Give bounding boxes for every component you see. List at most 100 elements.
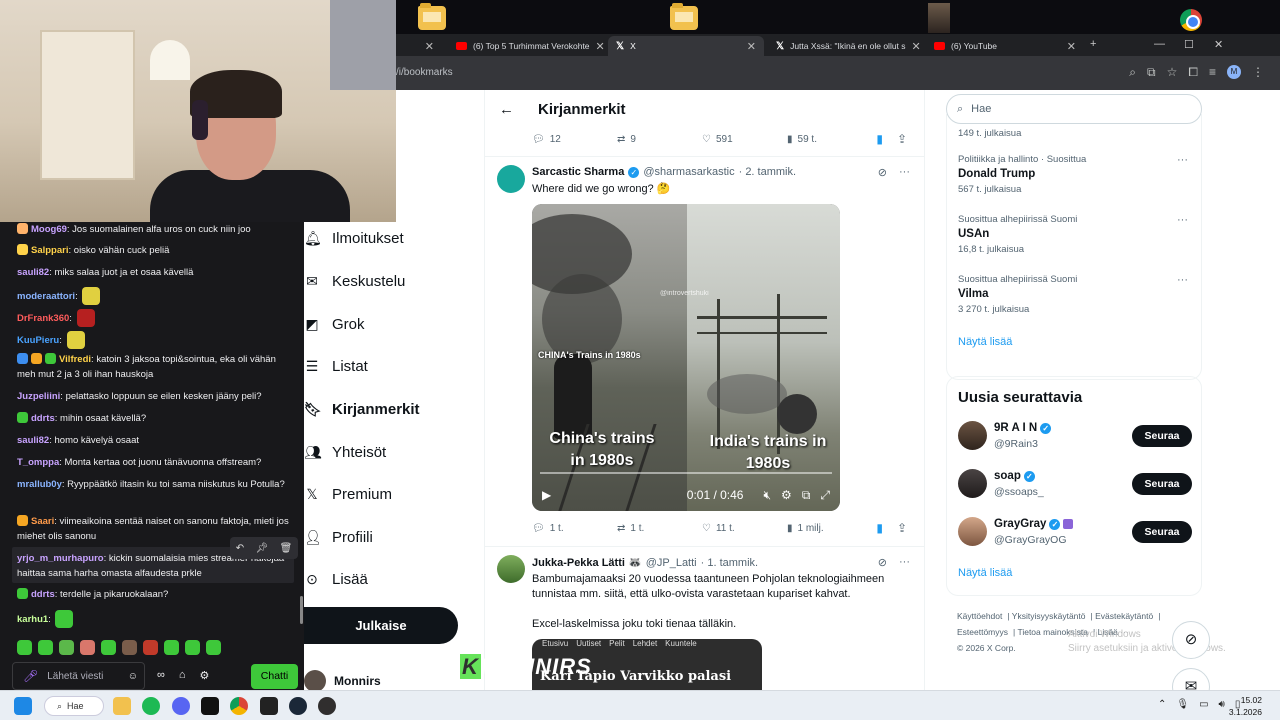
pin-icon[interactable]: 📌︎	[255, 543, 268, 554]
footer-link[interactable]: Esteettömyys	[957, 627, 1008, 637]
author-name[interactable]: Sarcastic Sharma	[532, 166, 624, 178]
avatar[interactable]	[497, 555, 525, 583]
emote-icon[interactable]	[101, 640, 116, 655]
chrome-icon[interactable]	[230, 697, 248, 715]
chat-message[interactable]: mrallub0y: Ryyppäätkö iltasin ku toi sam…	[17, 477, 292, 492]
chat-username[interactable]: moderaattori	[17, 291, 75, 302]
chat-username[interactable]: yrjo_m_murhapuro	[17, 553, 104, 564]
author-name[interactable]: Jukka-Pekka Lätti 🦝	[532, 556, 642, 569]
steam-icon[interactable]	[289, 697, 307, 715]
follow-suggestion[interactable]: soap ✓ @ssoaps_ Seuraa	[958, 469, 1192, 501]
spotify-icon[interactable]	[142, 697, 160, 715]
store-icon[interactable]: ⌂	[179, 669, 186, 682]
chat-username[interactable]: mrallub0y	[17, 479, 62, 490]
chat-message[interactable]: sauli82: miks salaa juot ja et osaa käve…	[17, 265, 292, 280]
close-icon[interactable]: ✕	[1067, 40, 1076, 53]
author-handle[interactable]: @JP_Latti	[646, 557, 697, 569]
mic-icon[interactable]: 🎤︎	[23, 669, 38, 683]
nav-lists[interactable]: ☰ Listat	[304, 358, 368, 375]
reply-icon[interactable]: ↶	[236, 543, 244, 554]
like-button[interactable]: ♡ 591	[702, 134, 787, 145]
taskbar-search[interactable]: ⌕ Hae	[44, 696, 104, 716]
chat-username[interactable]: DrFrank360	[17, 313, 69, 324]
more-icon[interactable]: ···	[1177, 214, 1188, 226]
bookmark-filled-icon[interactable]: ▮	[876, 521, 883, 535]
chat-message[interactable]: KuuPieru:	[17, 331, 292, 349]
trend-item[interactable]: Suosittua alhepiirissä Suomi USAn 16,8 t…	[958, 214, 1192, 255]
x-app-icon[interactable]	[201, 697, 219, 715]
chat-message[interactable]: ddrts: terdelle ja pikaruokalaan?	[17, 587, 292, 602]
poster-shortcut-icon[interactable]	[928, 3, 950, 33]
nav-messages[interactable]: ✉ Keskustelu	[304, 273, 405, 290]
emote-icon[interactable]	[59, 640, 74, 655]
emote-icon[interactable]	[164, 640, 179, 655]
url-text[interactable]: /i/bookmarks	[396, 67, 453, 78]
video-player[interactable]: @introvertshuki CHINA's Trains in 1980s …	[532, 204, 840, 511]
emote-icon[interactable]	[38, 640, 53, 655]
chat-message[interactable]: Salppari: oisko vähän cuck peliä	[17, 243, 292, 258]
nav-notifications[interactable]: 🔔︎ Ilmoitukset	[304, 230, 404, 247]
star-icon[interactable]: ☆	[1167, 65, 1178, 80]
chat-username[interactable]: sauli82	[17, 435, 49, 446]
reply-button[interactable]: 💬︎ 1 t.	[532, 523, 617, 534]
address-bar[interactable]: /i/bookmarks ⌕ ⧉ ☆ ⧠ ≡ M ⋮	[396, 56, 1280, 90]
extensions-icon[interactable]: ⧠	[1188, 65, 1198, 80]
menu-icon[interactable]: ⋮	[1252, 65, 1264, 80]
volume-mute-icon[interactable]: 🔇︎	[763, 488, 771, 503]
grok-icon[interactable]: ⊘	[878, 556, 887, 569]
follow-button[interactable]: Seuraa	[1132, 425, 1192, 447]
chat-message[interactable]: Vilfredi: katoin 3 jaksoa topi&sointua, …	[17, 352, 292, 382]
chat-username[interactable]: ddrts	[31, 413, 55, 424]
nav-communities[interactable]: 👥︎ Yhteisöt	[304, 444, 386, 461]
file-explorer-icon[interactable]	[113, 697, 131, 715]
chat-message[interactable]: T_omppa: Monta kertaa oot juonu tänävuon…	[17, 455, 292, 470]
follow-suggestion[interactable]: GrayGray ✓ @GrayGrayOG Seuraa	[958, 517, 1192, 549]
footer-link[interactable]: Käyttöehdot	[957, 611, 1002, 621]
trend-item[interactable]: Suosittua alhepiirissä Suomi Vilma 3 270…	[958, 274, 1192, 315]
share-icon[interactable]: ⇪	[897, 132, 907, 146]
maximize-button[interactable]: ☐	[1184, 38, 1194, 51]
avatar[interactable]	[958, 421, 987, 450]
chat-username[interactable]: Moog69	[31, 224, 67, 235]
nav-grok[interactable]: ◩ Grok	[304, 316, 364, 333]
grok-float-icon[interactable]: ⊘	[1172, 621, 1210, 659]
chat-message[interactable]: Moog69: Jos suomalainen alfa uros on cuc…	[17, 222, 292, 237]
views-button[interactable]: ▮ 59 t.	[787, 134, 817, 145]
avatar[interactable]	[958, 469, 987, 498]
chat-message[interactable]: moderaattori:	[17, 287, 292, 305]
emote-icon[interactable]	[143, 640, 158, 655]
profile-avatar[interactable]: M	[1227, 65, 1241, 79]
discord-icon[interactable]	[172, 697, 190, 715]
fullscreen-icon[interactable]: ⤢	[820, 488, 830, 503]
pip-icon[interactable]: ⧉	[802, 488, 811, 503]
footer-link[interactable]: Yksityisyyskäytäntö	[1012, 611, 1086, 621]
emote-icon[interactable]	[206, 640, 221, 655]
close-icon[interactable]: ✕	[747, 40, 756, 53]
tweet[interactable]: Sarcastic Sharma ✓ @sharmasarkastic · 2.…	[485, 156, 924, 546]
avatar[interactable]	[497, 165, 525, 193]
tab-youtube-2[interactable]: (6) YouTube ✕	[926, 36, 1084, 56]
tab-partial[interactable]: ✕	[396, 36, 442, 56]
settings-gear-icon[interactable]: ⚙	[781, 488, 792, 502]
windows-start-icon[interactable]	[14, 697, 32, 715]
more-icon[interactable]: ···	[1177, 154, 1188, 166]
back-arrow-icon[interactable]: ←	[499, 101, 514, 118]
chat-username[interactable]: Salppari	[31, 245, 69, 256]
like-button[interactable]: ♡ 11 t.	[702, 523, 787, 534]
footer-link[interactable]: Evästekäytäntö	[1095, 611, 1153, 621]
nav-profile[interactable]: 👤︎ Profiili	[304, 529, 373, 546]
new-tab-button[interactable]: +	[1090, 38, 1096, 50]
tab-youtube-1[interactable]: (6) Top 5 Turhimmat Verokohte ✕	[448, 36, 606, 56]
show-more-link[interactable]: Näytä lisää	[958, 567, 1012, 579]
tab-x-jutta[interactable]: 𝕏 Jutta Xssä: "Ikinä en ole ollut s ✕	[768, 36, 926, 56]
repost-button[interactable]: ⇄ 1 t.	[617, 523, 702, 534]
chat-message[interactable]: DrFrank360:	[17, 309, 292, 327]
cast-icon[interactable]: ⧉	[1147, 65, 1156, 80]
chat-scrollbar[interactable]	[300, 596, 303, 624]
delete-icon[interactable]: 🗑︎	[280, 543, 293, 554]
more-icon[interactable]: ···	[1177, 274, 1188, 286]
tweet-date[interactable]: · 1. tammik.	[701, 557, 758, 569]
follow-button[interactable]: Seuraa	[1132, 521, 1192, 543]
emote-icon[interactable]	[185, 640, 200, 655]
close-icon[interactable]: ✕	[912, 40, 921, 53]
